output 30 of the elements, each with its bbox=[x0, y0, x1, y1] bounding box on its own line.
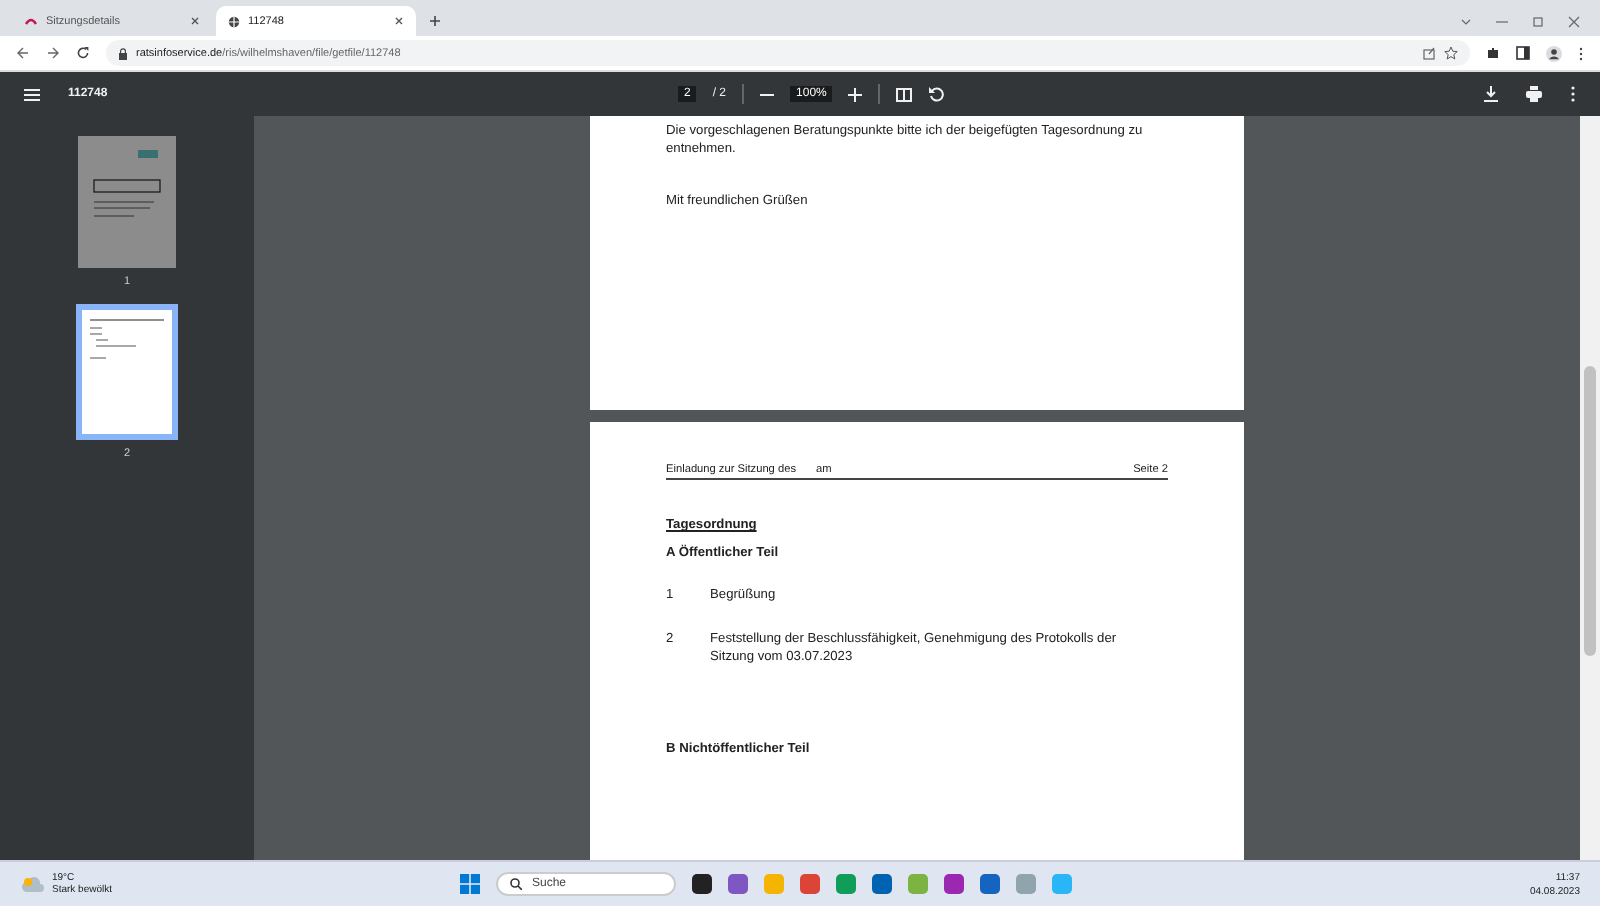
star-icon[interactable] bbox=[1444, 46, 1458, 60]
forward-icon[interactable] bbox=[46, 46, 60, 60]
share-icon[interactable] bbox=[1422, 46, 1436, 60]
search-icon bbox=[510, 878, 522, 890]
close-icon[interactable] bbox=[1568, 15, 1580, 27]
more-icon[interactable] bbox=[1578, 45, 1584, 61]
print-icon[interactable] bbox=[1526, 86, 1542, 102]
back-icon[interactable] bbox=[16, 46, 30, 60]
zoom-in-icon[interactable] bbox=[848, 87, 863, 101]
cloud-icon bbox=[20, 875, 44, 893]
side-panel-icon[interactable] bbox=[1516, 46, 1530, 60]
more-icon[interactable] bbox=[1570, 86, 1576, 102]
close-icon[interactable] bbox=[394, 16, 404, 26]
reload-icon[interactable] bbox=[76, 46, 90, 60]
new-tab-icon[interactable] bbox=[428, 14, 442, 28]
profile-icon[interactable] bbox=[1546, 45, 1562, 61]
arc-icon[interactable] bbox=[24, 16, 38, 26]
windows-start-icon[interactable] bbox=[460, 874, 480, 894]
rotate-icon[interactable] bbox=[928, 86, 945, 102]
lock-icon[interactable] bbox=[118, 47, 128, 59]
download-icon[interactable] bbox=[1484, 86, 1498, 102]
globe-icon[interactable] bbox=[228, 15, 240, 27]
page-thumbnail[interactable] bbox=[76, 304, 178, 440]
chevron-down-icon[interactable] bbox=[1460, 17, 1472, 25]
close-icon[interactable] bbox=[190, 16, 200, 26]
restore-icon[interactable] bbox=[1532, 15, 1544, 27]
fit-page-icon[interactable] bbox=[896, 87, 913, 101]
scrollbar[interactable] bbox=[1580, 116, 1600, 860]
page-thumbnail[interactable] bbox=[78, 136, 176, 268]
menu-icon[interactable] bbox=[24, 87, 40, 101]
